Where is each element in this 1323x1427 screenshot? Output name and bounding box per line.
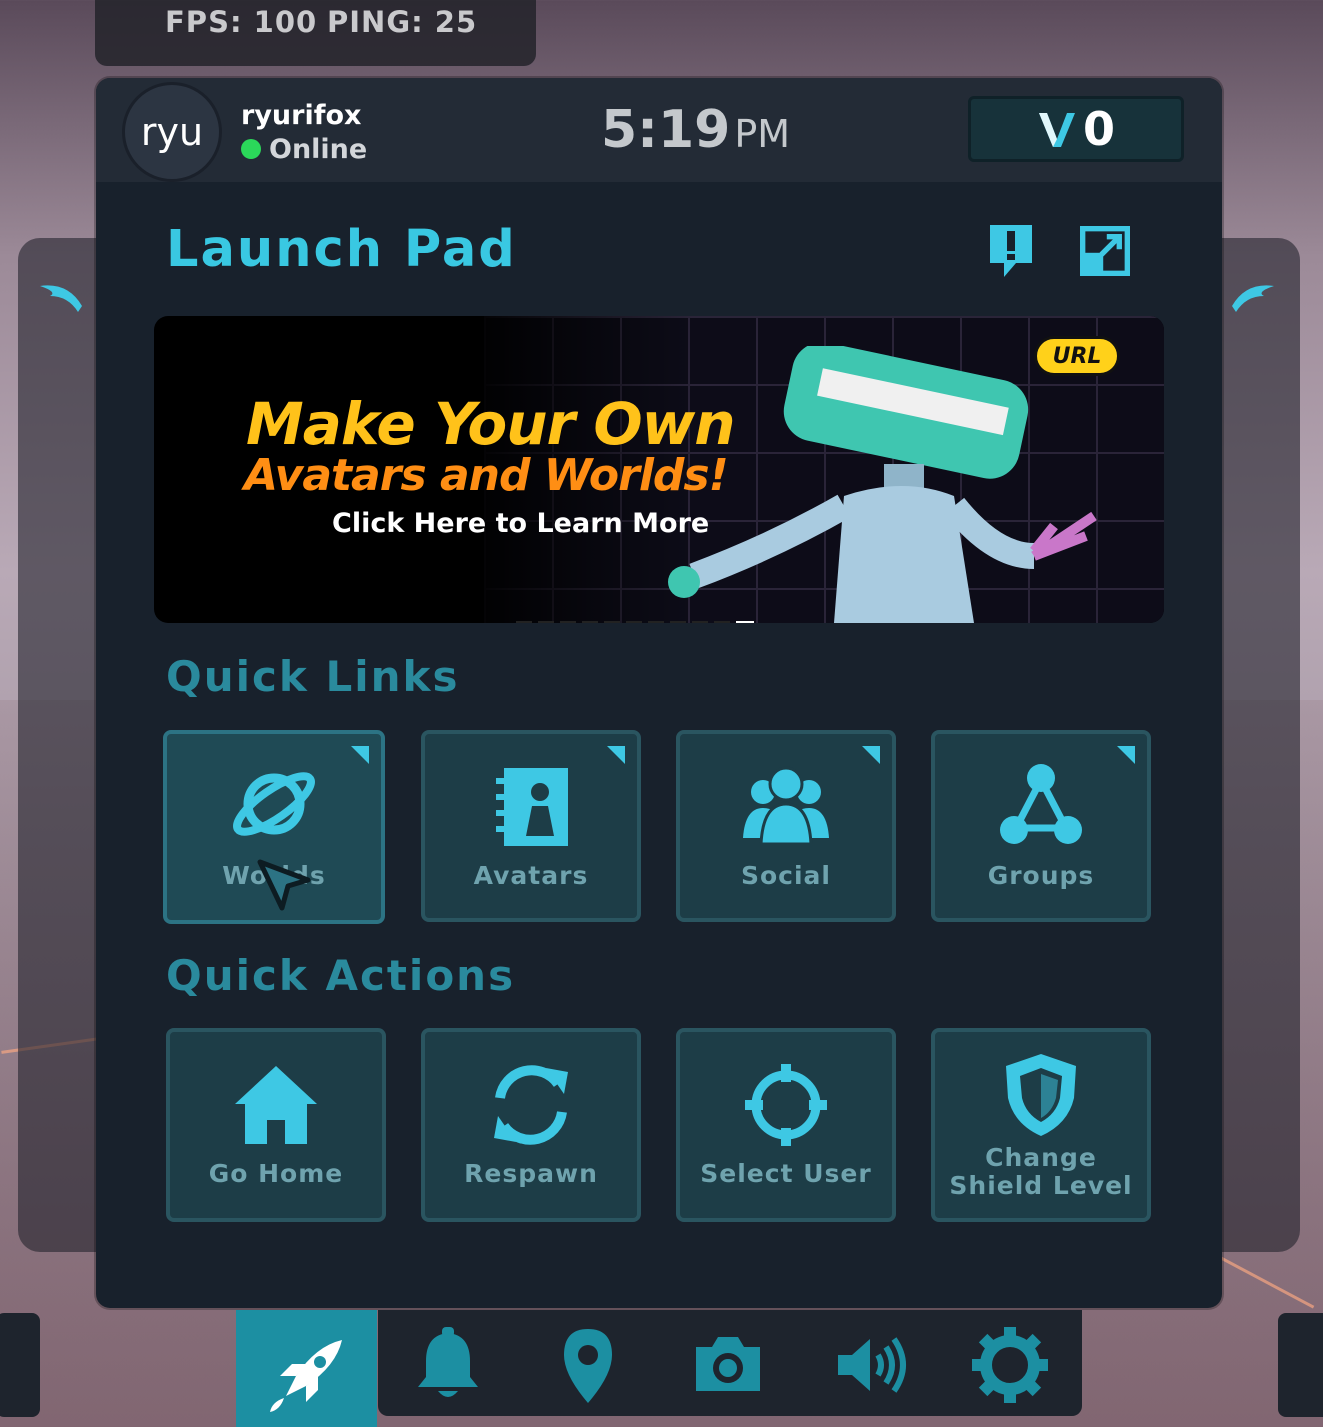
clock-time: 5:19 [601,100,731,160]
groups-icon [1000,764,1082,844]
respawn-icon [494,1065,568,1145]
avatar-book-icon [496,768,568,846]
fps-readout: FPS: 100 [165,5,318,39]
status-text: Online [269,134,368,165]
quick-actions-heading: Quick Actions [166,951,516,1000]
wing-icon [40,285,82,312]
user-header: ryu ryurifox Online 5:19 PM 0 [96,78,1222,182]
clock: 5:19 PM [601,100,790,160]
location-pin-icon[interactable] [548,1325,628,1405]
promo-banner[interactable]: Make Your Own Avatars and Worlds! Click … [154,316,1164,623]
pointer-cursor-icon [257,859,311,911]
ping-readout: PING: 25 [327,5,478,39]
corner-indicator [1117,746,1135,764]
credits-balance[interactable]: 0 [968,96,1184,162]
crosshair-icon [745,1064,827,1146]
page-title: Launch Pad [166,220,517,279]
credits-value: 0 [1082,102,1115,156]
corner-indicator [862,746,880,764]
quick-link-avatars[interactable]: Avatars [421,730,641,922]
home-icon [235,1066,317,1144]
quick-link-social[interactable]: Social [676,730,896,922]
corner-indicator [607,746,625,764]
online-status: Online [241,134,367,165]
gear-icon[interactable] [970,1325,1050,1405]
tile-label: Social [740,861,831,890]
planet-icon [233,772,315,836]
quick-links-heading: Quick Links [166,652,460,701]
action-respawn[interactable]: Respawn [421,1028,641,1222]
launch-pad-panel: ryu ryurifox Online 5:19 PM 0 Launch Pad … [96,78,1222,1308]
vcoin-icon [1038,113,1075,147]
username: ryurifox [241,100,362,131]
expand-icon[interactable] [1080,223,1130,279]
tile-label: Select User [700,1159,872,1188]
corner-indicator [351,746,369,764]
avatar[interactable]: ryu [122,82,222,182]
shield-icon [1006,1054,1076,1136]
camera-icon[interactable] [688,1325,768,1405]
tile-label: Go Home [208,1159,344,1188]
action-select-user[interactable]: Select User [676,1028,896,1222]
banner-subheadline: Avatars and Worlds! [244,450,729,501]
rocket-icon[interactable] [266,1336,346,1416]
left-edge-button[interactable] [0,1313,40,1417]
action-go-home[interactable]: Go Home [166,1028,386,1222]
action-change-shield-level[interactable]: Change Shield Level [931,1028,1151,1222]
people-icon [743,766,829,846]
online-dot-icon [241,139,261,159]
bell-icon[interactable] [408,1325,488,1405]
tile-label: Avatars [473,861,589,890]
banner-cta: Click Here to Learn More [332,508,710,539]
tile-label: Groups [987,861,1095,890]
quick-link-groups[interactable]: Groups [931,730,1151,922]
wing-icon [1232,285,1274,312]
stats-bar: FPS: 100 PING: 25 [95,0,536,66]
url-badge: URL [1034,336,1120,376]
report-icon[interactable] [986,223,1036,279]
clock-ampm: PM [734,112,791,156]
tile-label: Respawn [464,1159,598,1188]
banner-headline: Make Your Own [246,390,736,458]
speaker-icon[interactable] [830,1325,910,1405]
right-edge-button[interactable] [1278,1313,1323,1417]
tile-label: Change Shield Level [949,1143,1133,1200]
carousel-indicator[interactable] [516,609,760,623]
